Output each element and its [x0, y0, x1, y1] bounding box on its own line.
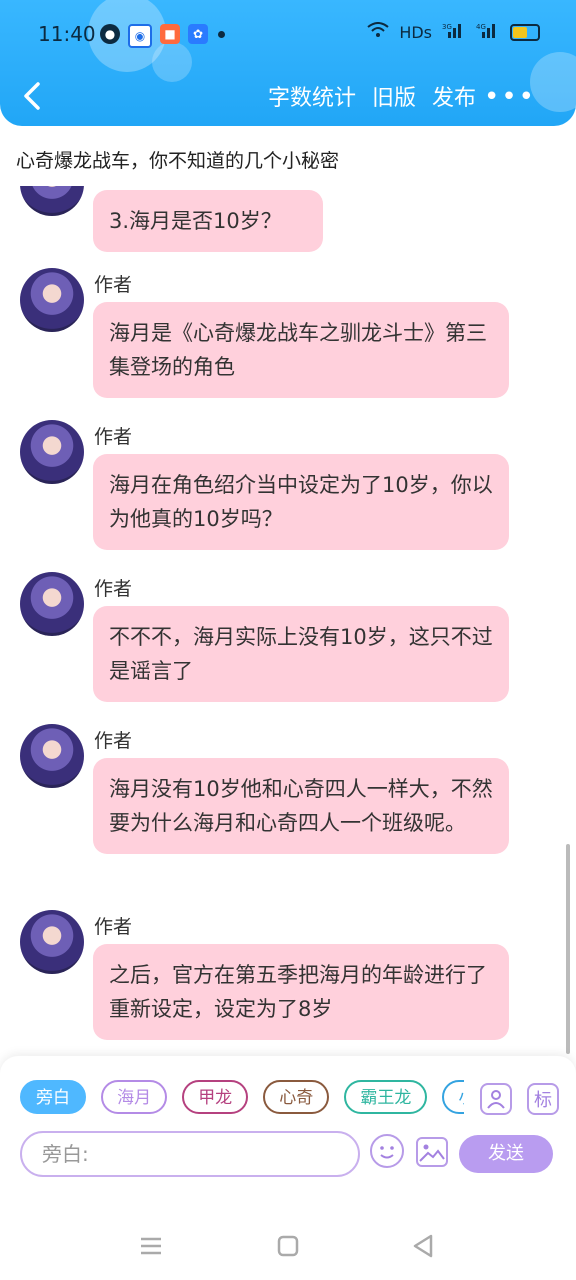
- role-chips: 旁白 海月 甲龙 心奇 霸王龙 小: [20, 1080, 464, 1120]
- add-role-button[interactable]: [480, 1083, 512, 1115]
- word-count-button[interactable]: 字数统计: [268, 80, 356, 112]
- status-right-icons: HDs 3G 4G: [367, 22, 540, 42]
- signal-4g-icon: 4G: [476, 22, 500, 42]
- more-menu-button[interactable]: •••: [484, 82, 536, 112]
- avatar[interactable]: [20, 186, 84, 216]
- role-chip-jialong[interactable]: 甲龙: [182, 1080, 249, 1114]
- sender-name: 作者: [94, 916, 133, 938]
- decor-bubble: [152, 42, 192, 82]
- message-bubble[interactable]: 海月没有10岁他和心奇四人一样大，不然要为什么海月和心奇四人一个班级呢。: [93, 758, 509, 854]
- avatar[interactable]: [20, 420, 84, 484]
- back-button[interactable]: [18, 78, 48, 114]
- message-bubble[interactable]: 3.海月是否10岁？: [93, 190, 323, 252]
- sender-name: 作者: [94, 730, 133, 752]
- mark-button[interactable]: 标: [527, 1083, 559, 1115]
- sender-name: 作者: [94, 274, 133, 296]
- wechat-icon: ●: [100, 24, 120, 44]
- message-bubble[interactable]: 不不不，海月实际上没有10岁，这只不过是谣言了: [93, 606, 509, 702]
- role-chip-xiao[interactable]: 小: [442, 1080, 464, 1114]
- emoji-button[interactable]: [370, 1134, 404, 1168]
- status-time: 11:40: [38, 22, 96, 46]
- decor-bubble: [530, 52, 576, 112]
- battery-icon: [510, 23, 540, 41]
- avatar[interactable]: [20, 724, 84, 788]
- message-bubble[interactable]: 海月是《心奇爆龙战车之驯龙斗士》第三集登场的角色: [93, 302, 509, 398]
- role-chip-haiyue[interactable]: 海月: [101, 1080, 168, 1114]
- menu-icon[interactable]: [138, 1234, 164, 1258]
- svg-text:4G: 4G: [476, 23, 486, 31]
- message-bubble[interactable]: 海月在角色绍介当中设定为了10岁，你以为他真的10岁吗？: [93, 454, 509, 550]
- sender-name: 作者: [94, 578, 133, 600]
- signal-3g-icon: 3G: [442, 22, 466, 42]
- image-icon: [419, 1144, 445, 1162]
- header-actions: 字数统计 旧版 发布: [268, 80, 476, 112]
- person-icon: [487, 1090, 505, 1109]
- home-icon[interactable]: [275, 1233, 301, 1259]
- wifi-icon: [367, 22, 389, 42]
- avatar[interactable]: [20, 572, 84, 636]
- browser-icon: ◉: [128, 24, 152, 48]
- back-nav-icon[interactable]: [410, 1232, 436, 1260]
- send-button[interactable]: 发送: [459, 1135, 553, 1173]
- article-title: 心奇爆龙战车，你不知道的几个小秘密: [16, 150, 340, 172]
- top-header: 11:40 ● ◉ ■ ✿ HDs 3G 4G 字数统计 旧版 发布 •••: [0, 0, 576, 126]
- avatar[interactable]: [20, 268, 84, 332]
- status-notification-icons: ● ◉ ■ ✿: [100, 24, 208, 48]
- chat-area[interactable]: 3.海月是否10岁？ 作者 海月是《心奇爆龙战车之驯龙斗士》第三集登场的角色 作…: [0, 186, 576, 1056]
- svg-text:3G: 3G: [442, 23, 452, 31]
- message-bubble[interactable]: 之后，官方在第五季把海月的年龄进行了重新设定，设定为了8岁: [93, 944, 509, 1040]
- message-input[interactable]: 旁白:: [20, 1131, 360, 1177]
- game-icon: ■: [160, 24, 180, 44]
- network-type-label: HDs: [399, 22, 432, 42]
- role-chip-xinqi[interactable]: 心奇: [263, 1080, 330, 1114]
- smiley-icon: [380, 1146, 394, 1159]
- old-version-button[interactable]: 旧版: [372, 80, 416, 112]
- sender-name: 作者: [94, 426, 133, 448]
- role-chip-narrator[interactable]: 旁白: [20, 1080, 86, 1114]
- avatar[interactable]: [20, 910, 84, 974]
- system-nav-bar: [0, 1210, 576, 1280]
- publish-button[interactable]: 发布: [432, 80, 476, 112]
- role-chip-bawanglong[interactable]: 霸王龙: [344, 1080, 428, 1114]
- more-notifications-dot: [218, 31, 225, 38]
- scrollbar[interactable]: [566, 844, 570, 1054]
- image-button[interactable]: [416, 1137, 448, 1167]
- chevron-left-icon: [24, 82, 40, 110]
- baidu-icon: ✿: [188, 24, 208, 44]
